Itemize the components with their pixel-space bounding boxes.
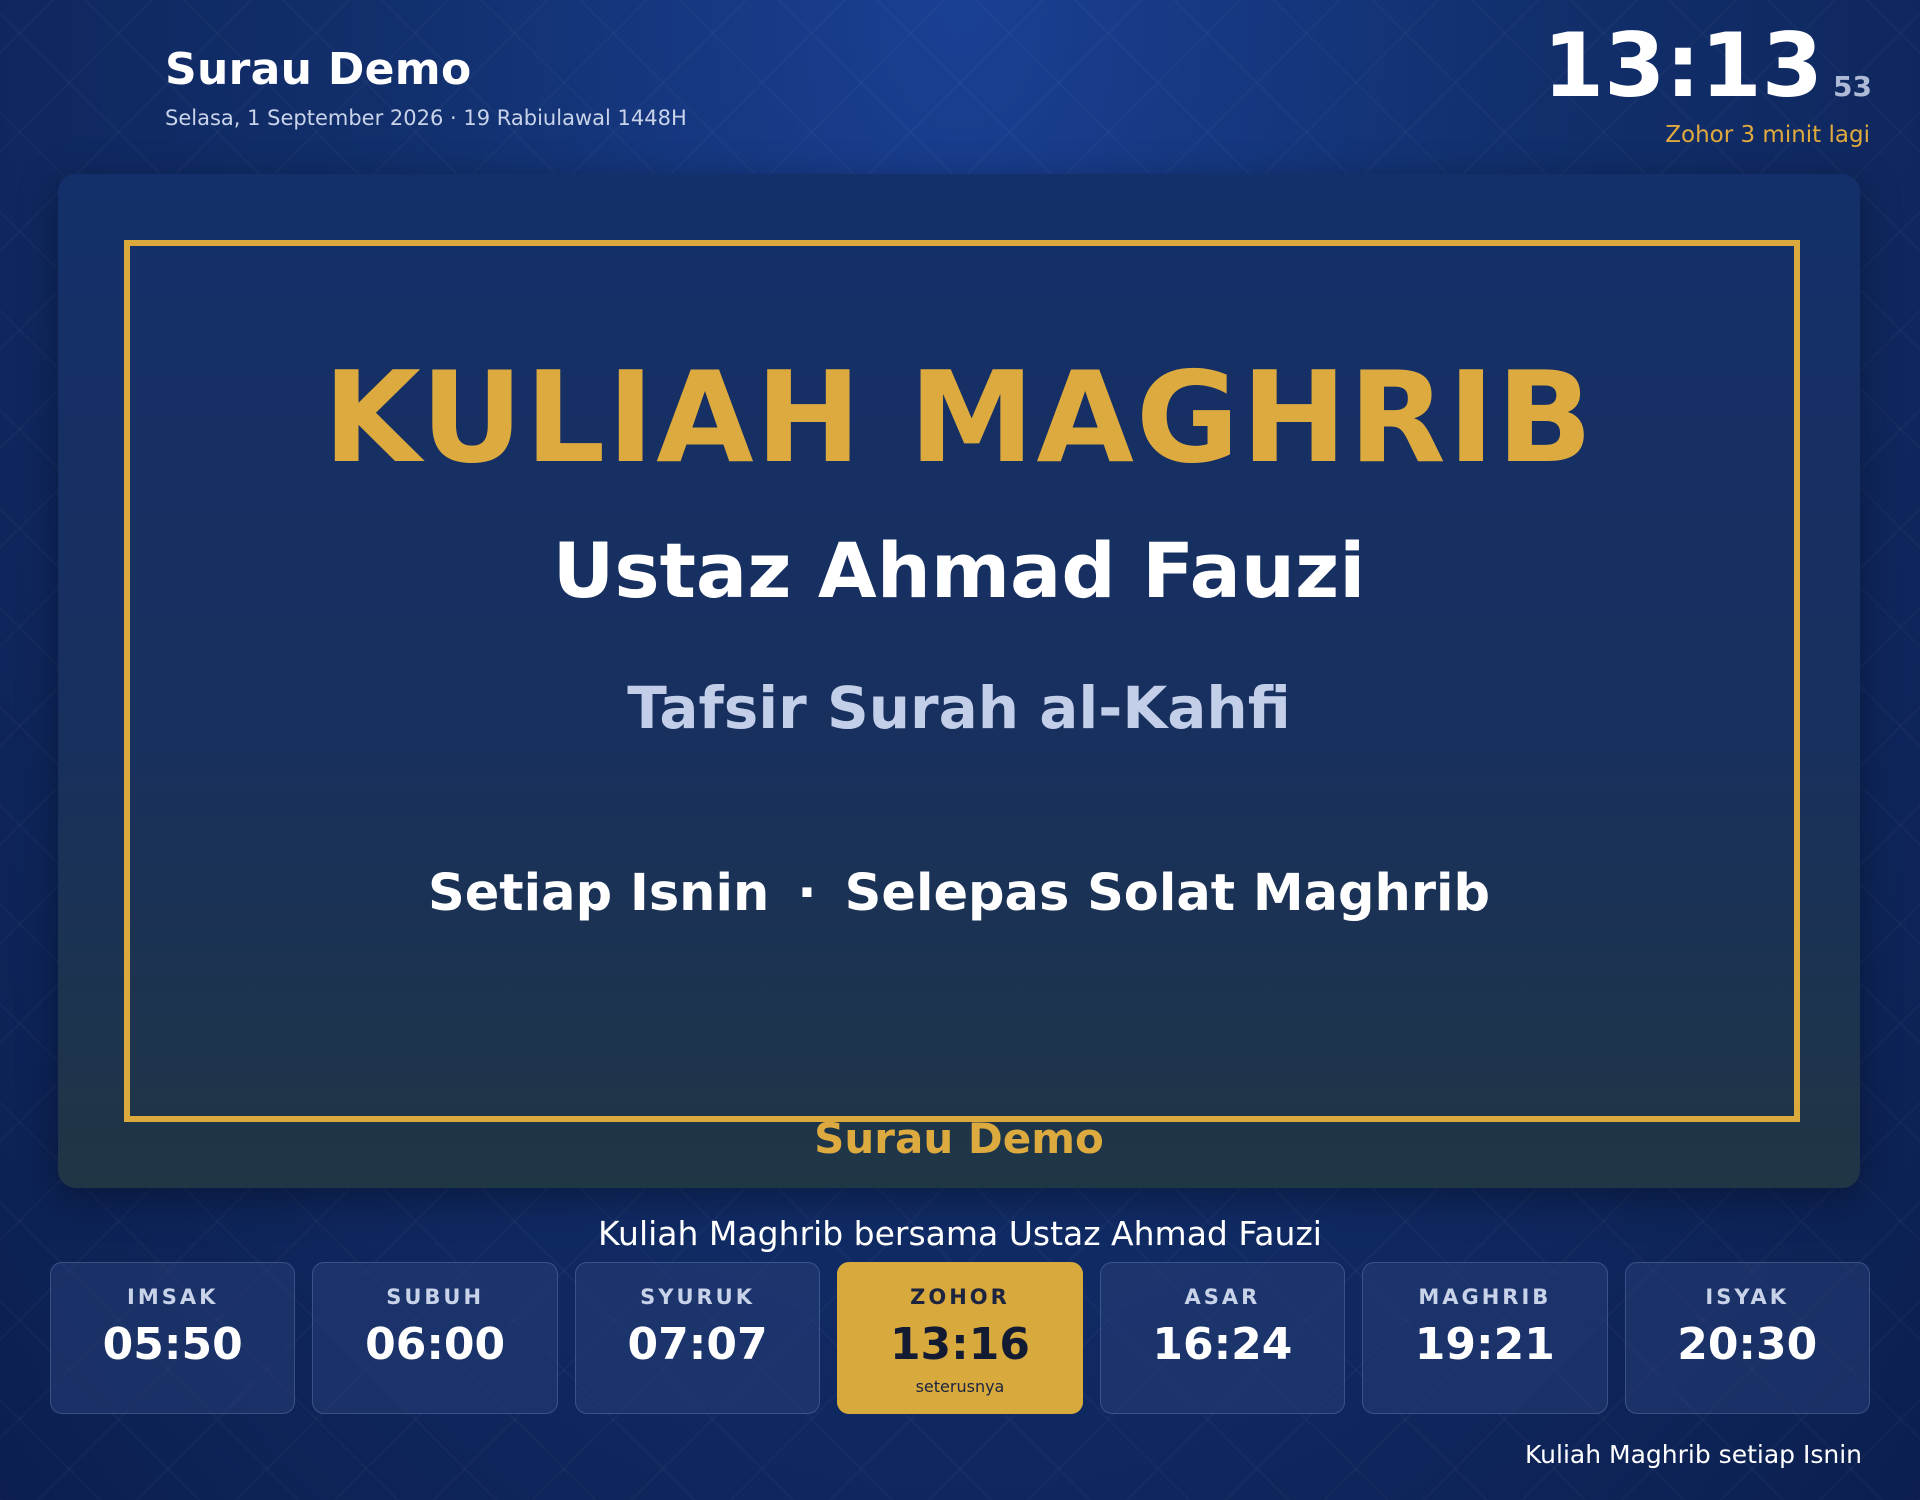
slide-caption: Kuliah Maghrib bersama Ustaz Ahmad Fauzi (598, 1214, 1322, 1253)
clock-hours-minutes: 13:13 (1542, 14, 1824, 117)
slide-topic: Tafsir Surah al-Kahfi (627, 674, 1291, 742)
prayer-time: 16:24 (1152, 1319, 1293, 1370)
prayer-card-asar: ASAR 16:24 (1099, 1262, 1346, 1414)
prayer-time: 20:30 (1677, 1319, 1818, 1370)
prayer-name: MAGHRIB (1418, 1285, 1552, 1309)
header-bar: Surau Demo Selasa, 1 September 2026 · 19… (0, 0, 1920, 170)
prayer-time: 19:21 (1414, 1319, 1555, 1370)
prayer-card-maghrib: MAGHRIB 19:21 (1362, 1262, 1608, 1414)
prayer-card-imsak: IMSAK 05:50 (50, 1262, 296, 1414)
announcement-slide: KULIAH MAGHRIB Ustaz Ahmad Fauzi Tafsir … (58, 174, 1860, 1188)
prayer-name: ISYAK (1705, 1285, 1790, 1309)
prayer-card-syuruk: SYURUK 07:07 (574, 1262, 821, 1414)
news-ticker: Kuliah Maghrib setiap Isnin (1525, 1440, 1862, 1469)
next-prayer-countdown: Zohor 3 minit lagi (1665, 122, 1870, 148)
site-name: Surau Demo (165, 44, 472, 95)
next-prayer-label: seterusnya (915, 1377, 1005, 1396)
prayer-name: SUBUH (386, 1285, 485, 1309)
slide-schedule: Setiap Isnin · Selepas Solat Maghrib (58, 864, 1860, 923)
slide-speaker: Ustaz Ahmad Fauzi (552, 526, 1366, 615)
prayer-time: 07:07 (627, 1319, 768, 1370)
prayer-card-subuh: SUBUH 06:00 (312, 1262, 558, 1414)
prayer-time: 05:50 (102, 1319, 243, 1370)
prayer-name: ZOHOR (910, 1285, 1010, 1309)
slide-footer: Surau Demo (814, 1114, 1104, 1163)
clock-seconds: 53 (1833, 70, 1872, 103)
prayer-times-row: IMSAK 05:50 SUBUH 06:00 SYURUK 07:07 ZOH… (50, 1262, 1870, 1416)
schedule-day: Setiap Isnin (427, 864, 770, 923)
prayer-time: 13:16 (889, 1319, 1030, 1370)
schedule-time: Selepas Solat Maghrib (844, 864, 1491, 923)
slide-title: KULIAH MAGHRIB (323, 344, 1595, 491)
prayer-name: SYURUK (640, 1285, 755, 1309)
prayer-card-isyak: ISYAK 20:30 (1624, 1262, 1870, 1414)
date-line: Selasa, 1 September 2026 · 19 Rabiulawal… (165, 106, 687, 130)
prayer-name: IMSAK (127, 1285, 219, 1309)
prayer-card-zohor: ZOHOR 13:16 seterusnya (837, 1262, 1083, 1414)
clock: 13:13 53 (1543, 22, 1872, 110)
prayer-name: ASAR (1184, 1285, 1261, 1309)
prayer-time: 06:00 (365, 1319, 506, 1370)
schedule-separator: · (797, 864, 817, 923)
